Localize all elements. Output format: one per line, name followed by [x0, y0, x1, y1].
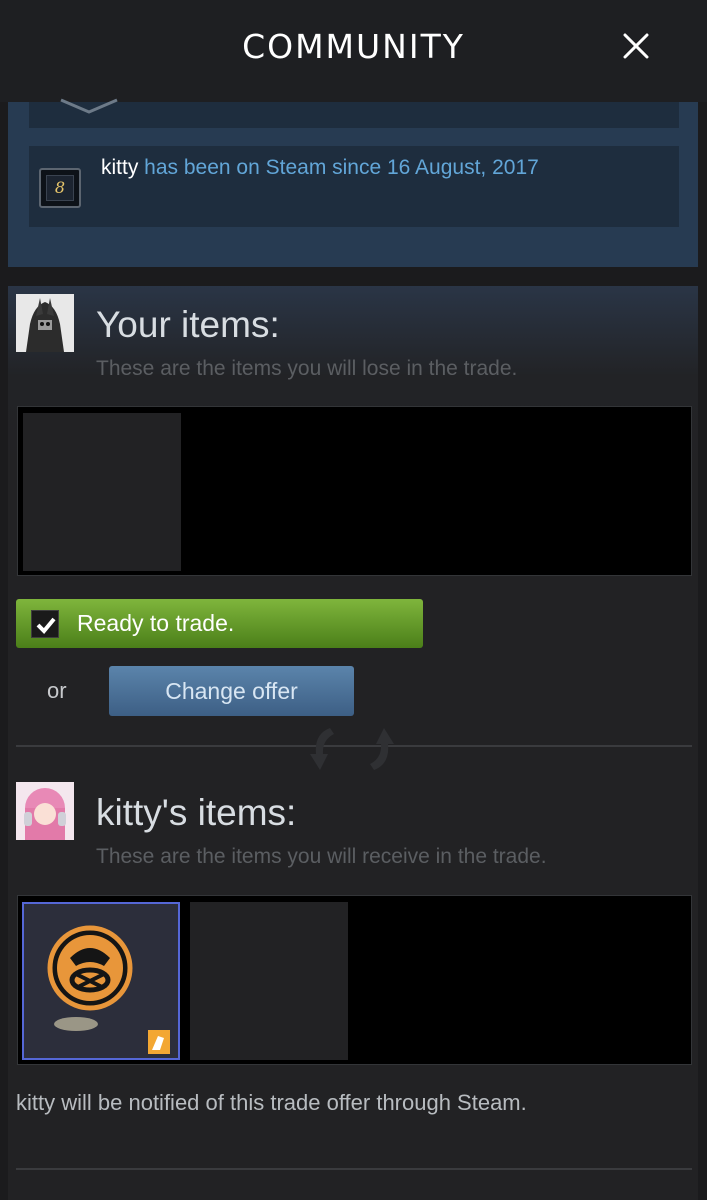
your-avatar[interactable] — [16, 294, 74, 352]
empty-item-slot[interactable] — [23, 413, 181, 571]
your-items-box — [17, 406, 692, 576]
notification-note: kitty will be notified of this trade off… — [16, 1090, 527, 1115]
team-sticker-icon — [47, 925, 170, 1054]
swap-arrows-icon — [310, 728, 394, 770]
your-items-title: Your items: — [96, 304, 280, 345]
collapsed-section[interactable] — [29, 98, 679, 128]
page-title: COMMUNITY — [242, 27, 465, 66]
top-bar: COMMUNITY — [0, 0, 707, 102]
divider — [16, 1168, 692, 1170]
username-link[interactable]: kitty — [101, 156, 138, 179]
change-offer-button[interactable]: Change offer — [109, 666, 354, 716]
close-icon[interactable] — [618, 28, 654, 64]
ready-checkbox[interactable] — [31, 610, 59, 638]
chevron-down-icon[interactable] — [59, 98, 119, 118]
or-label: or — [47, 678, 67, 703]
member-since-text: kitty has been on Steam since 16 August,… — [101, 156, 539, 180]
your-items-subtitle: These are the items you will lose in the… — [96, 357, 518, 380]
partner-items-box — [17, 895, 692, 1065]
years-of-service-badge: 8 — [39, 168, 81, 208]
partner-items-subtitle: These are the items you will receive in … — [96, 845, 547, 868]
steam-member-since: 8 kitty has been on Steam since 16 Augus… — [29, 146, 679, 227]
years-badge-number: 8 — [46, 175, 74, 201]
partner-avatar[interactable] — [16, 782, 74, 840]
profile-info-area: 8 kitty has been on Steam since 16 Augus… — [8, 98, 698, 267]
checkmark-icon — [36, 617, 56, 634]
ready-to-trade-button[interactable]: Ready to trade. — [16, 599, 423, 648]
ready-label: Ready to trade. — [77, 610, 235, 636]
item-slot-sticker[interactable] — [22, 902, 180, 1060]
partner-items-title: kitty's items: — [96, 792, 297, 833]
close-button[interactable] — [618, 28, 654, 64]
empty-item-slot[interactable] — [190, 902, 348, 1060]
member-since-date: has been on Steam since 16 August, 2017 — [138, 156, 539, 179]
